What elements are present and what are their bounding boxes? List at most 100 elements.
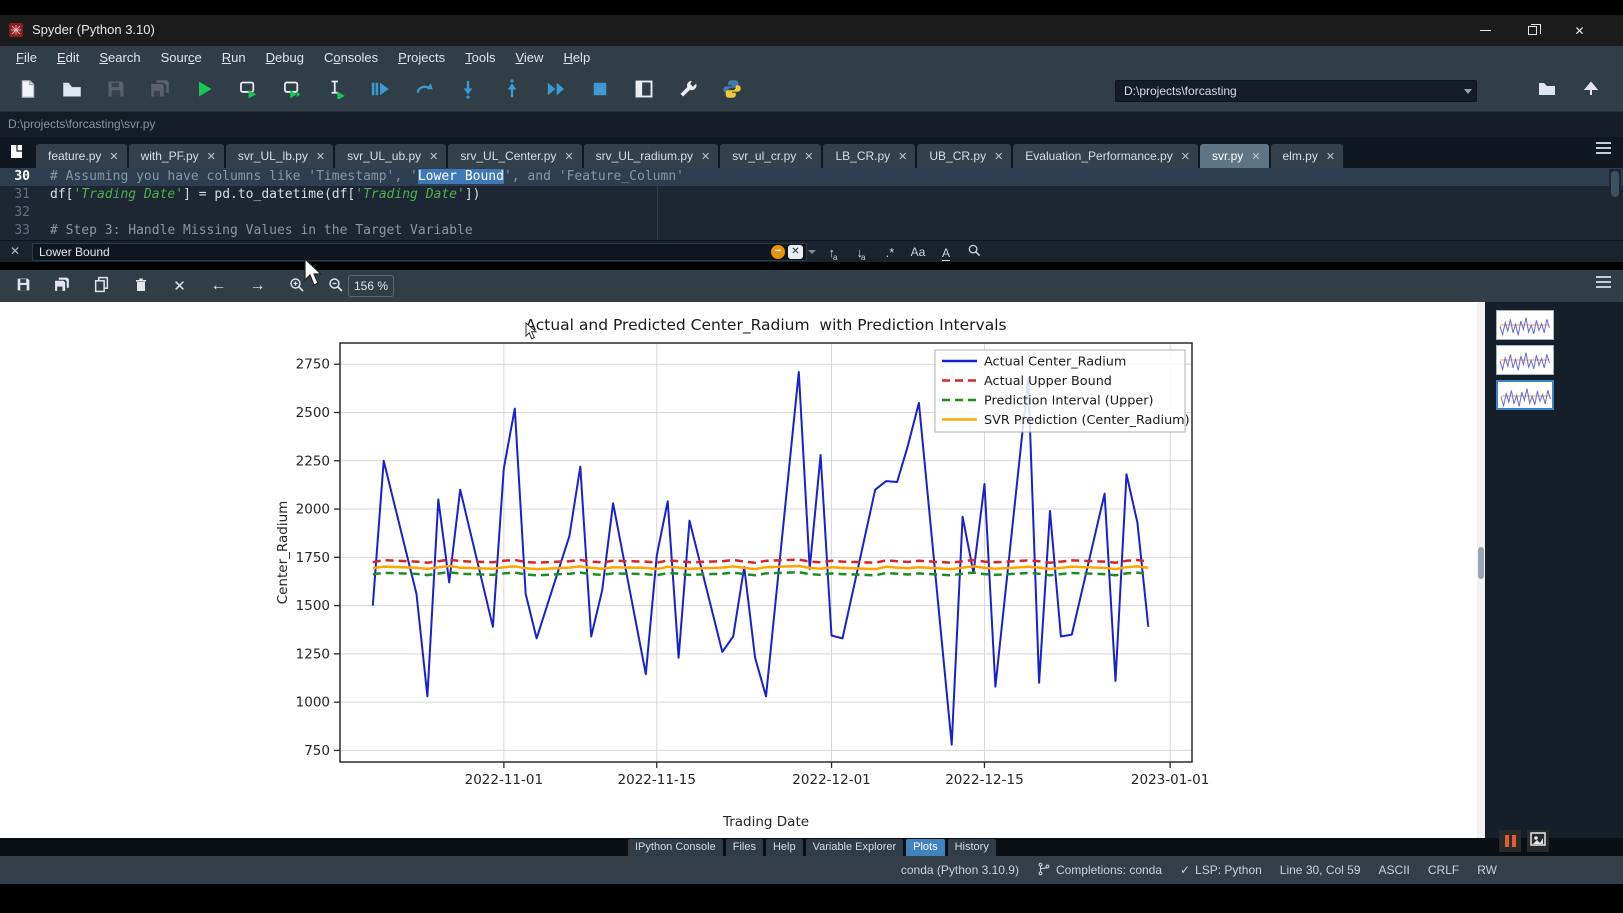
- tab-close-icon[interactable]: ✕: [316, 150, 325, 163]
- close-button[interactable]: ✕: [1556, 15, 1603, 46]
- continue-button[interactable]: [534, 74, 578, 108]
- save-all-plots-button[interactable]: [43, 273, 82, 299]
- plot-figure[interactable]: 750100012501500175020002250250027502022-…: [0, 302, 1485, 838]
- editor-tab-svr.py[interactable]: svr.py✕: [1200, 144, 1269, 168]
- menu-item-tools[interactable]: Tools: [455, 46, 505, 70]
- working-directory-combo[interactable]: D:\projects\forcasting: [1115, 80, 1477, 102]
- plot-thumbnail-3[interactable]: [1496, 380, 1554, 410]
- editor-scrollbar[interactable]: [1609, 169, 1621, 239]
- plots-scrollbar-handle[interactable]: [1478, 547, 1484, 579]
- clear-search-button[interactable]: ✕: [788, 245, 803, 259]
- save-all-button[interactable]: [138, 74, 182, 108]
- pane-tab-help[interactable]: Help: [766, 839, 803, 856]
- tab-label: feature.py: [48, 149, 101, 163]
- svg-text:2022-11-15: 2022-11-15: [618, 772, 696, 788]
- plot-thumbnail-1[interactable]: [1496, 310, 1554, 340]
- plot-thumbnail-2[interactable]: [1496, 345, 1554, 375]
- editor-tab-Evaluation_Performance.py[interactable]: Evaluation_Performance.py✕: [1013, 144, 1198, 168]
- plot-zoom-level[interactable]: 156 %: [348, 275, 394, 297]
- tab-close-icon[interactable]: ✕: [207, 150, 216, 163]
- line-length-guide: [657, 168, 658, 240]
- run-cell-advance-button[interactable]: [270, 74, 314, 108]
- menu-item-view[interactable]: View: [505, 46, 553, 70]
- menu-item-edit[interactable]: Edit: [47, 46, 89, 70]
- find-close-button[interactable]: ✕: [10, 244, 20, 258]
- editor-tab-srv_UL_Center.py[interactable]: srv_UL_Center.py✕: [448, 144, 581, 168]
- editor-tab-feature.py[interactable]: feature.py ✕: [36, 144, 127, 168]
- stop-button[interactable]: [578, 74, 622, 108]
- tab-close-icon[interactable]: ✕: [994, 150, 1003, 163]
- maximize-button[interactable]: [1509, 15, 1556, 46]
- editor-tab-srv_UL_radium.py[interactable]: srv_UL_radium.py✕: [584, 144, 719, 168]
- editor-tab-svr_ul_cr.py[interactable]: svr_ul_cr.py✕: [720, 144, 821, 168]
- save-button[interactable]: [94, 74, 138, 108]
- tab-close-icon[interactable]: ✕: [109, 150, 118, 163]
- tab-close-icon[interactable]: ✕: [1181, 150, 1190, 163]
- pause-button[interactable]: [1499, 830, 1521, 852]
- parent-directory-button[interactable]: [1569, 74, 1613, 108]
- step-return-button[interactable]: [490, 74, 534, 108]
- pane-tab-plots[interactable]: Plots: [906, 839, 944, 856]
- find-previous-button[interactable]: ↑a: [824, 245, 844, 260]
- menu-item-source[interactable]: Source: [151, 46, 212, 70]
- menu-item-help[interactable]: Help: [553, 46, 600, 70]
- menu-item-debug[interactable]: Debug: [256, 46, 314, 70]
- python-path-button[interactable]: [710, 74, 754, 108]
- pane-tab-files[interactable]: Files: [726, 839, 763, 856]
- code-editor[interactable]: 30# Assuming you have columns like 'Time…: [0, 168, 1623, 240]
- editor-tab-svr_UL_lb.py[interactable]: svr_UL_lb.py✕: [226, 144, 333, 168]
- minimize-button[interactable]: [1462, 15, 1509, 46]
- find-input[interactable]: Lower Bound: [32, 243, 807, 261]
- preferences-button[interactable]: [666, 74, 710, 108]
- whole-words-button[interactable]: A: [936, 245, 956, 260]
- tab-close-icon[interactable]: ✕: [804, 150, 813, 163]
- pane-tab-history[interactable]: History: [948, 839, 996, 856]
- maximize-pane-button[interactable]: [622, 74, 666, 108]
- tab-close-icon[interactable]: ✕: [701, 150, 710, 163]
- editor-scrollbar-handle[interactable]: [1611, 171, 1619, 197]
- editor-tab-LB_CR.py[interactable]: LB_CR.py✕: [823, 144, 915, 168]
- highlight-matches-icon[interactable]: [964, 243, 984, 261]
- screenshot-button[interactable]: [1527, 830, 1549, 852]
- remove-plot-button[interactable]: [121, 273, 160, 299]
- next-plot-button[interactable]: →: [238, 273, 277, 299]
- tab-close-icon[interactable]: ✕: [1326, 150, 1335, 163]
- tab-close-icon[interactable]: ✕: [898, 150, 907, 163]
- open-file-button[interactable]: [50, 74, 94, 108]
- menu-item-search[interactable]: Search: [89, 46, 150, 70]
- menu-item-consoles[interactable]: Consoles: [314, 46, 388, 70]
- tab-close-icon[interactable]: ✕: [1251, 150, 1260, 163]
- search-history-dropdown-icon[interactable]: [808, 250, 816, 254]
- pane-tab-variable-explorer[interactable]: Variable Explorer: [806, 839, 904, 856]
- browse-directory-button[interactable]: [1525, 74, 1569, 108]
- match-case-button[interactable]: Aa: [908, 245, 928, 259]
- run-cell-button[interactable]: [226, 74, 270, 108]
- copy-plot-button[interactable]: [82, 273, 121, 299]
- editor-tab-UB_CR.py[interactable]: UB_CR.py✕: [917, 144, 1011, 168]
- step-return-icon: [502, 79, 522, 104]
- tab-close-icon[interactable]: ✕: [429, 150, 438, 163]
- tab-close-icon[interactable]: ✕: [564, 150, 573, 163]
- editor-tab-with_PF.py[interactable]: with_PF.py✕: [129, 144, 224, 168]
- new-file-button[interactable]: [6, 74, 50, 108]
- run-file-button[interactable]: [182, 74, 226, 108]
- save-plot-button[interactable]: [4, 273, 43, 299]
- previous-plot-button[interactable]: ←: [199, 273, 238, 299]
- menu-item-file[interactable]: File: [6, 46, 47, 70]
- regex-button[interactable]: .*: [880, 245, 900, 260]
- menu-item-run[interactable]: Run: [212, 46, 256, 70]
- run-selection-button[interactable]: [314, 74, 358, 108]
- close-all-plots-button[interactable]: ✕: [160, 273, 199, 299]
- editor-options-menu-button[interactable]: [1596, 147, 1611, 158]
- editor-tab-elm.py[interactable]: elm.py✕: [1271, 144, 1344, 168]
- plots-scrollbar[interactable]: [1477, 302, 1485, 838]
- editor-tab-svr_UL_ub.py[interactable]: svr_UL_ub.py✕: [335, 144, 446, 168]
- step-over-button[interactable]: [402, 74, 446, 108]
- menu-item-projects[interactable]: Projects: [388, 46, 455, 70]
- find-next-button[interactable]: ↓a: [852, 245, 872, 260]
- step-into-button[interactable]: [446, 74, 490, 108]
- browse-tabs-button[interactable]: [8, 143, 28, 163]
- debug-file-button[interactable]: [358, 74, 402, 108]
- pane-tab-ipython-console[interactable]: IPython Console: [628, 839, 723, 856]
- plots-options-menu-button[interactable]: [1596, 281, 1611, 292]
